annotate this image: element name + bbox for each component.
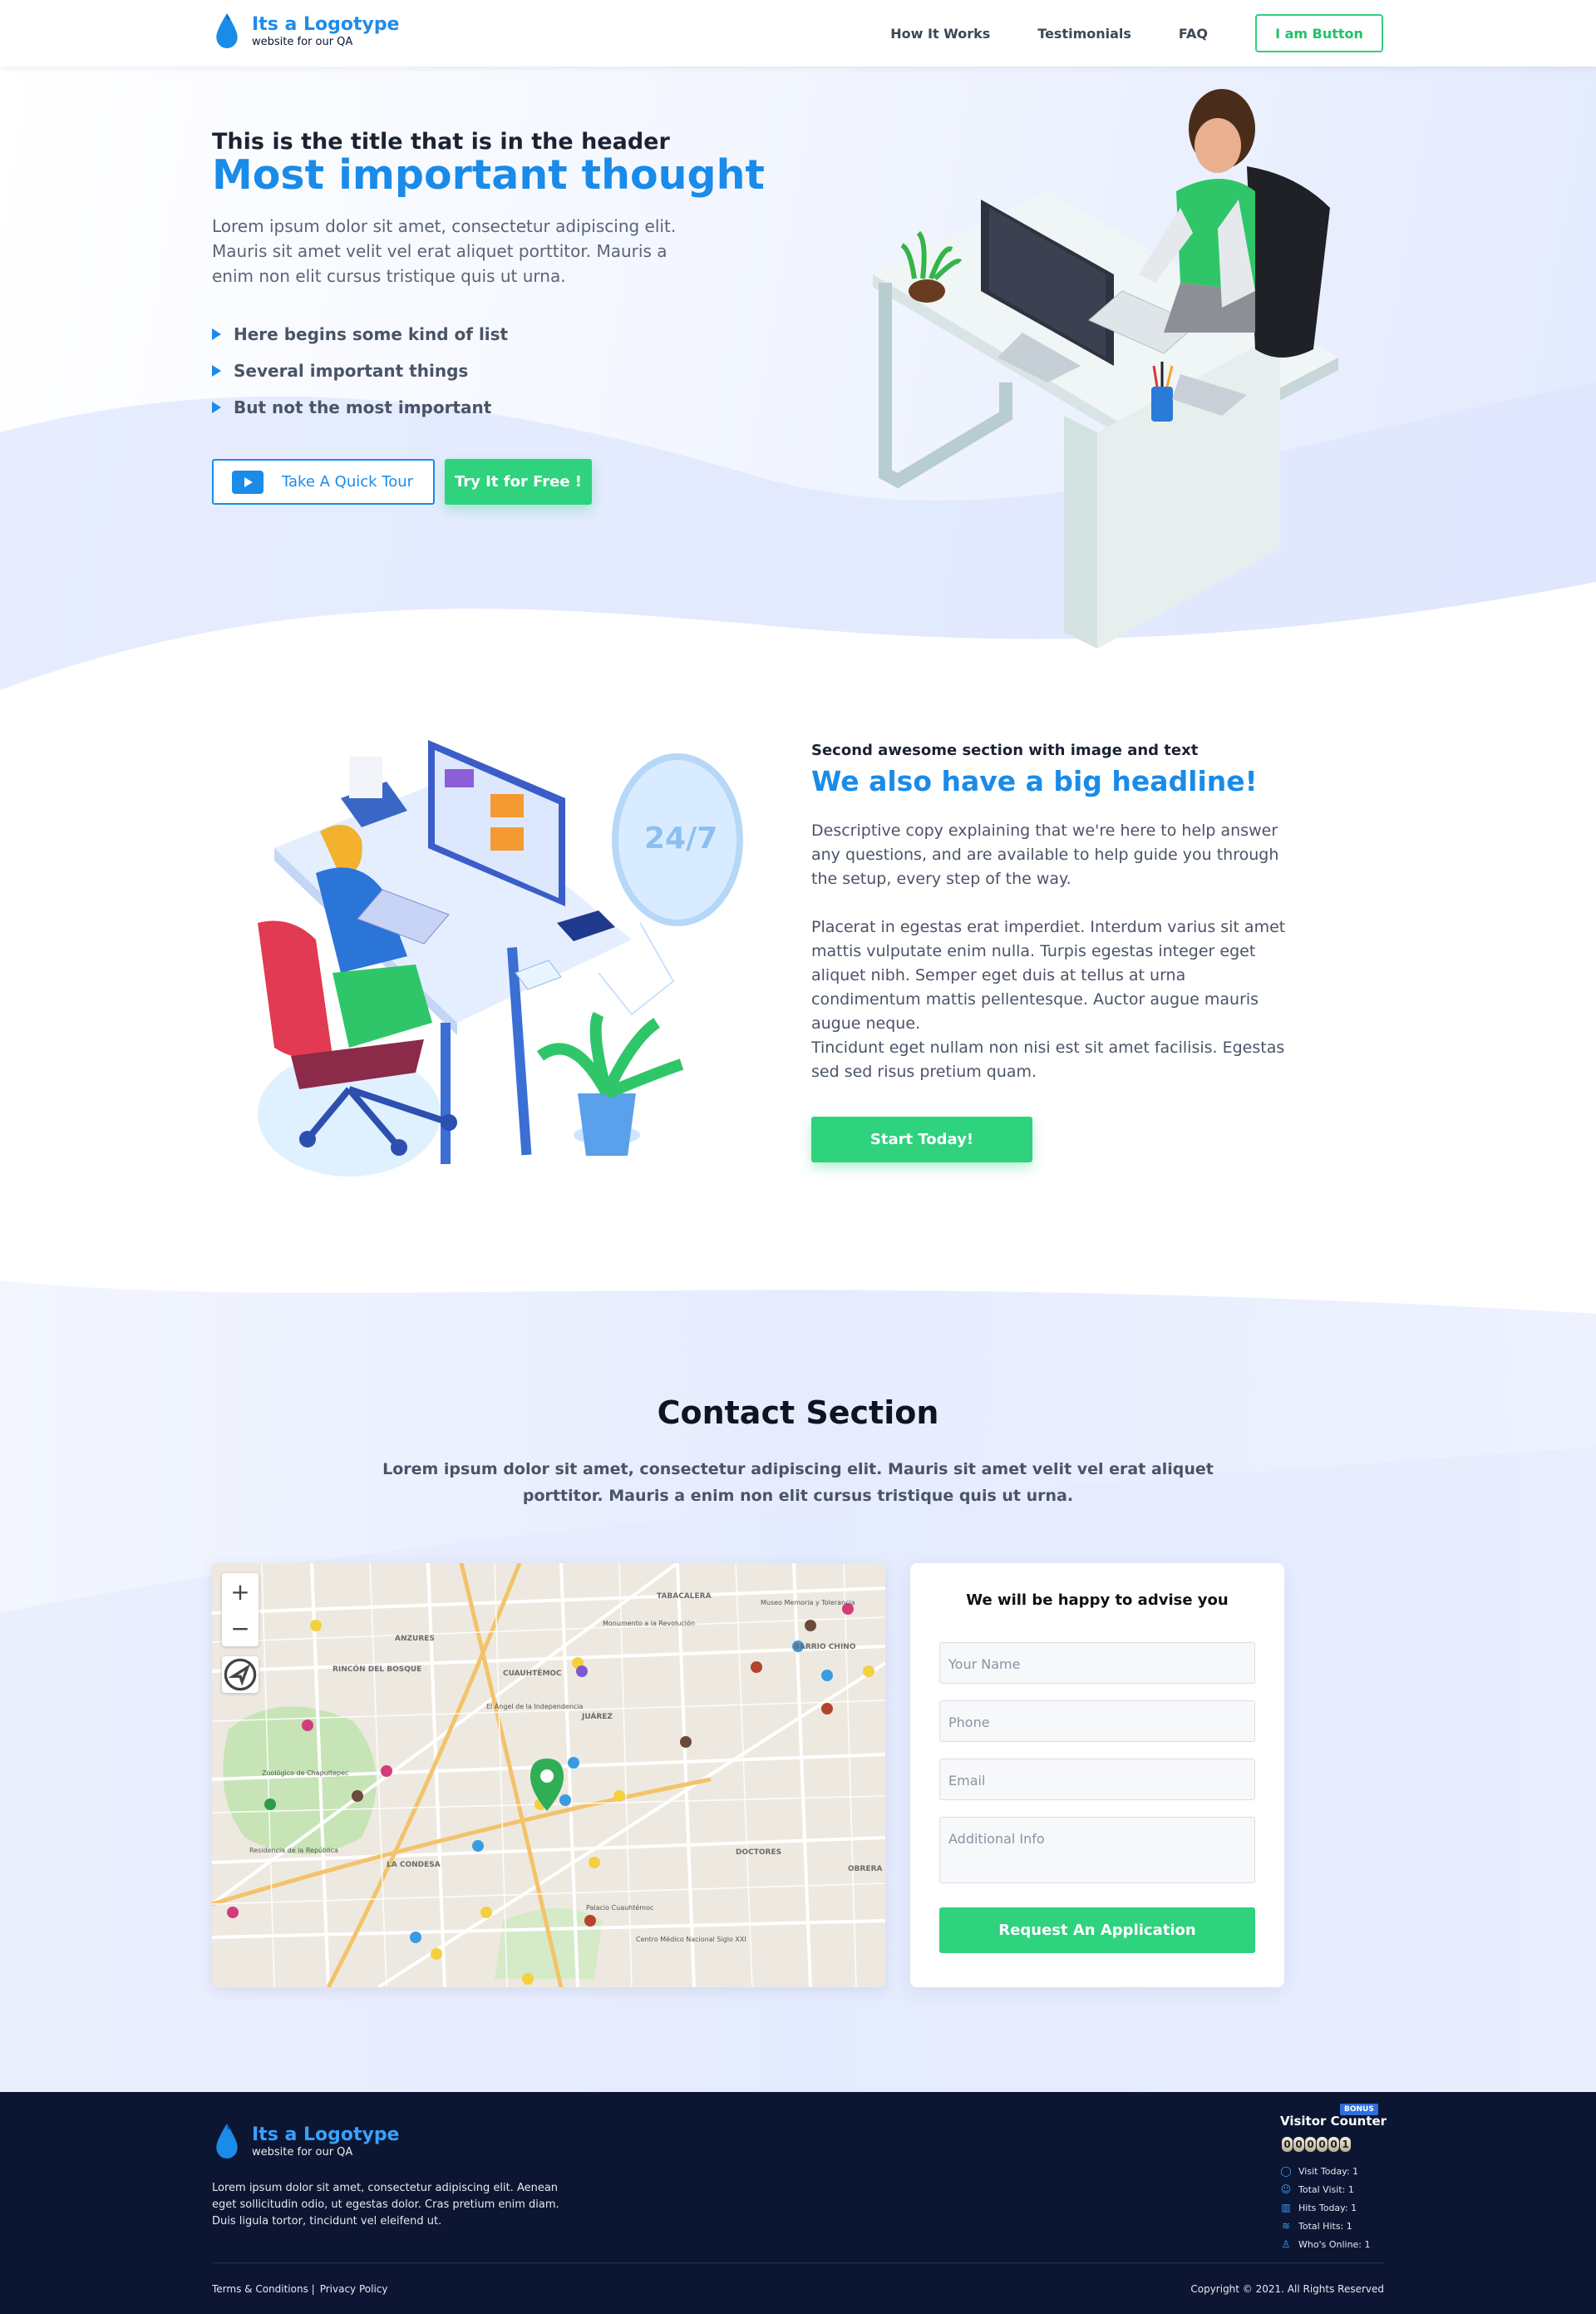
hero-list-item: Several important things (212, 353, 508, 389)
map-canvas[interactable]: TABACALERA ANZURES CUAUHTÉMOC JUÁREZ BAR… (212, 1563, 885, 1987)
footer-logo[interactable]: Its a Logotype website for our QA (212, 2122, 399, 2160)
shield-icon: ◯ (1280, 2165, 1292, 2177)
hero-title-big: Most important thought (212, 151, 765, 199)
svg-text:Centro Médico Nacional Siglo X: Centro Médico Nacional Siglo XXI (636, 1935, 746, 1943)
section2-paragraph: Descriptive copy explaining that we're h… (811, 821, 1279, 888)
support-agent-illustration (873, 89, 1338, 649)
counter-digit: 0 (1293, 2137, 1304, 2152)
map-locate-control (222, 1656, 259, 1693)
additional-info-field[interactable]: Additional Info (939, 1817, 1255, 1883)
hero-description: Lorem ipsum dolor sit amet, consectetur … (212, 216, 677, 286)
customer-support-illustration: 24/7 (258, 740, 743, 1177)
footer-logo-name: Its a Logotype (252, 2124, 400, 2145)
section2-paragraph: Placerat in egestas erat imperdiet. Inte… (811, 918, 1286, 1033)
total-hits-row: ≋ Total Hits: 1 (1281, 2220, 1352, 2232)
svg-text:BARRIO CHINO: BARRIO CHINO (794, 1643, 856, 1651)
triangle-bullet-icon (212, 402, 221, 413)
start-today-button[interactable]: Start Today! (811, 1117, 1032, 1162)
location-map[interactable]: TABACALERA ANZURES CUAUHTÉMOC JUÁREZ BAR… (212, 1563, 885, 1987)
request-application-button[interactable]: Request An Application (939, 1907, 1255, 1953)
footer-divider (212, 2262, 1384, 2263)
chart-icon: ▥ (1281, 2202, 1291, 2213)
nav-link-faq[interactable]: FAQ (1179, 26, 1208, 42)
navigation-arrow-icon (224, 1658, 257, 1691)
privacy-link[interactable]: Privacy Policy (320, 2283, 388, 2295)
visit-today-row: ◯ Visit Today: 1 (1280, 2165, 1359, 2177)
logo-name: Its a Logotype (252, 13, 400, 35)
section2-paragraph: Tincidunt eget nullam non nisi est sit a… (811, 1039, 1285, 1081)
section2-headline: We also have a big headline! (811, 765, 1258, 797)
terms-link[interactable]: Terms & Conditions | (212, 2283, 315, 2295)
header-logo[interactable]: Its a Logotype website for our QA (212, 12, 399, 50)
counter-digit: 0 (1305, 2137, 1316, 2152)
counter-digit: 0 (1328, 2137, 1339, 2152)
quick-tour-button[interactable]: Take A Quick Tour (212, 459, 435, 505)
svg-text:Zoológico de Chapultepec: Zoológico de Chapultepec (262, 1769, 348, 1777)
counter-digit: 0 (1317, 2137, 1328, 2152)
contact-description: Lorem ipsum dolor sit amet, consectetur … (382, 1460, 1214, 1505)
phone-field[interactable]: Phone (939, 1700, 1255, 1742)
hero-list-item: Here begins some kind of list (212, 316, 508, 353)
play-icon (232, 470, 264, 494)
pear-logo-icon (212, 12, 242, 50)
nav-link-testimonials[interactable]: Testimonials (1037, 26, 1131, 42)
hero-list-item: But not the most important (212, 389, 508, 426)
copyright-text: Copyright © 2021. All Rights Reserved (1190, 2283, 1384, 2295)
whos-online-row: ♙ Who's Online: 1 (1281, 2238, 1371, 2250)
pear-logo-icon (212, 2122, 242, 2160)
svg-text:Palacio Cuauhtémoc: Palacio Cuauhtémoc (586, 1903, 653, 1912)
nav-link-how-it-works[interactable]: How It Works (890, 26, 990, 42)
locate-me-button[interactable] (222, 1656, 259, 1693)
logo-subtitle: website for our QA (252, 35, 353, 48)
form-title: We will be happy to advise you (966, 1591, 1229, 1609)
svg-text:RINCÓN DEL BOSQUE: RINCÓN DEL BOSQUE (332, 1664, 421, 1674)
name-field[interactable]: Your Name (939, 1642, 1255, 1684)
svg-text:Monumento a la Revolución: Monumento a la Revolución (603, 1619, 695, 1627)
footer-description: Lorem ipsum dolor sit amet, consectetur … (212, 2182, 559, 2228)
try-free-button[interactable]: Try It for Free ! (445, 459, 592, 505)
svg-text:DOCTORES: DOCTORES (736, 1848, 781, 1857)
footer: Its a Logotype website for our QA Lorem … (0, 2092, 1596, 2314)
signal-icon: ≋ (1281, 2220, 1291, 2232)
footer-logo-subtitle: website for our QA (252, 2145, 353, 2159)
triangle-bullet-icon (212, 365, 221, 377)
svg-text:ANZURES: ANZURES (395, 1635, 435, 1643)
total-visit-row: ☺ Total Visit: 1 (1280, 2183, 1354, 2195)
users-icon: ☺ (1280, 2183, 1292, 2195)
svg-text:El Ángel de la Independencia: El Ángel de la Independencia (486, 1701, 584, 1710)
email-field[interactable]: Email (939, 1759, 1255, 1800)
svg-text:CUAUHTÉMOC: CUAUHTÉMOC (503, 1668, 562, 1678)
svg-text:Residencia de la República: Residencia de la República (249, 1847, 338, 1854)
contact-form-card: We will be happy to advise you Your Name… (910, 1563, 1284, 1987)
counter-digit: 0 (1282, 2137, 1293, 2152)
svg-text:OBRERA: OBRERA (848, 1865, 883, 1873)
badge-247: 24/7 (644, 821, 717, 856)
nav-cta-button[interactable]: I am Button (1255, 14, 1383, 52)
hits-today-row: ▥ Hits Today: 1 (1281, 2202, 1357, 2213)
svg-text:LA CONDESA: LA CONDESA (387, 1861, 441, 1869)
user-icon: ♙ (1281, 2238, 1291, 2250)
hero-list: Here begins some kind of list Several im… (212, 316, 508, 426)
visitor-counter-title: Visitor Counter (1280, 2114, 1387, 2129)
svg-text:Museo Memoria y Tolerancia: Museo Memoria y Tolerancia (761, 1599, 855, 1606)
top-nav: Its a Logotype website for our QA How It… (0, 0, 1596, 67)
svg-text:TABACALERA: TABACALERA (657, 1592, 712, 1601)
triangle-bullet-icon (212, 328, 221, 340)
svg-text:JUÁREZ: JUÁREZ (581, 1711, 613, 1721)
visitor-counter-digits: 0 0 0 0 0 1 (1282, 2137, 1352, 2152)
section2-kicker: Second awesome section with image and te… (811, 742, 1199, 759)
contact-title: Contact Section (657, 1394, 939, 1431)
counter-digit: 1 (1340, 2137, 1351, 2152)
